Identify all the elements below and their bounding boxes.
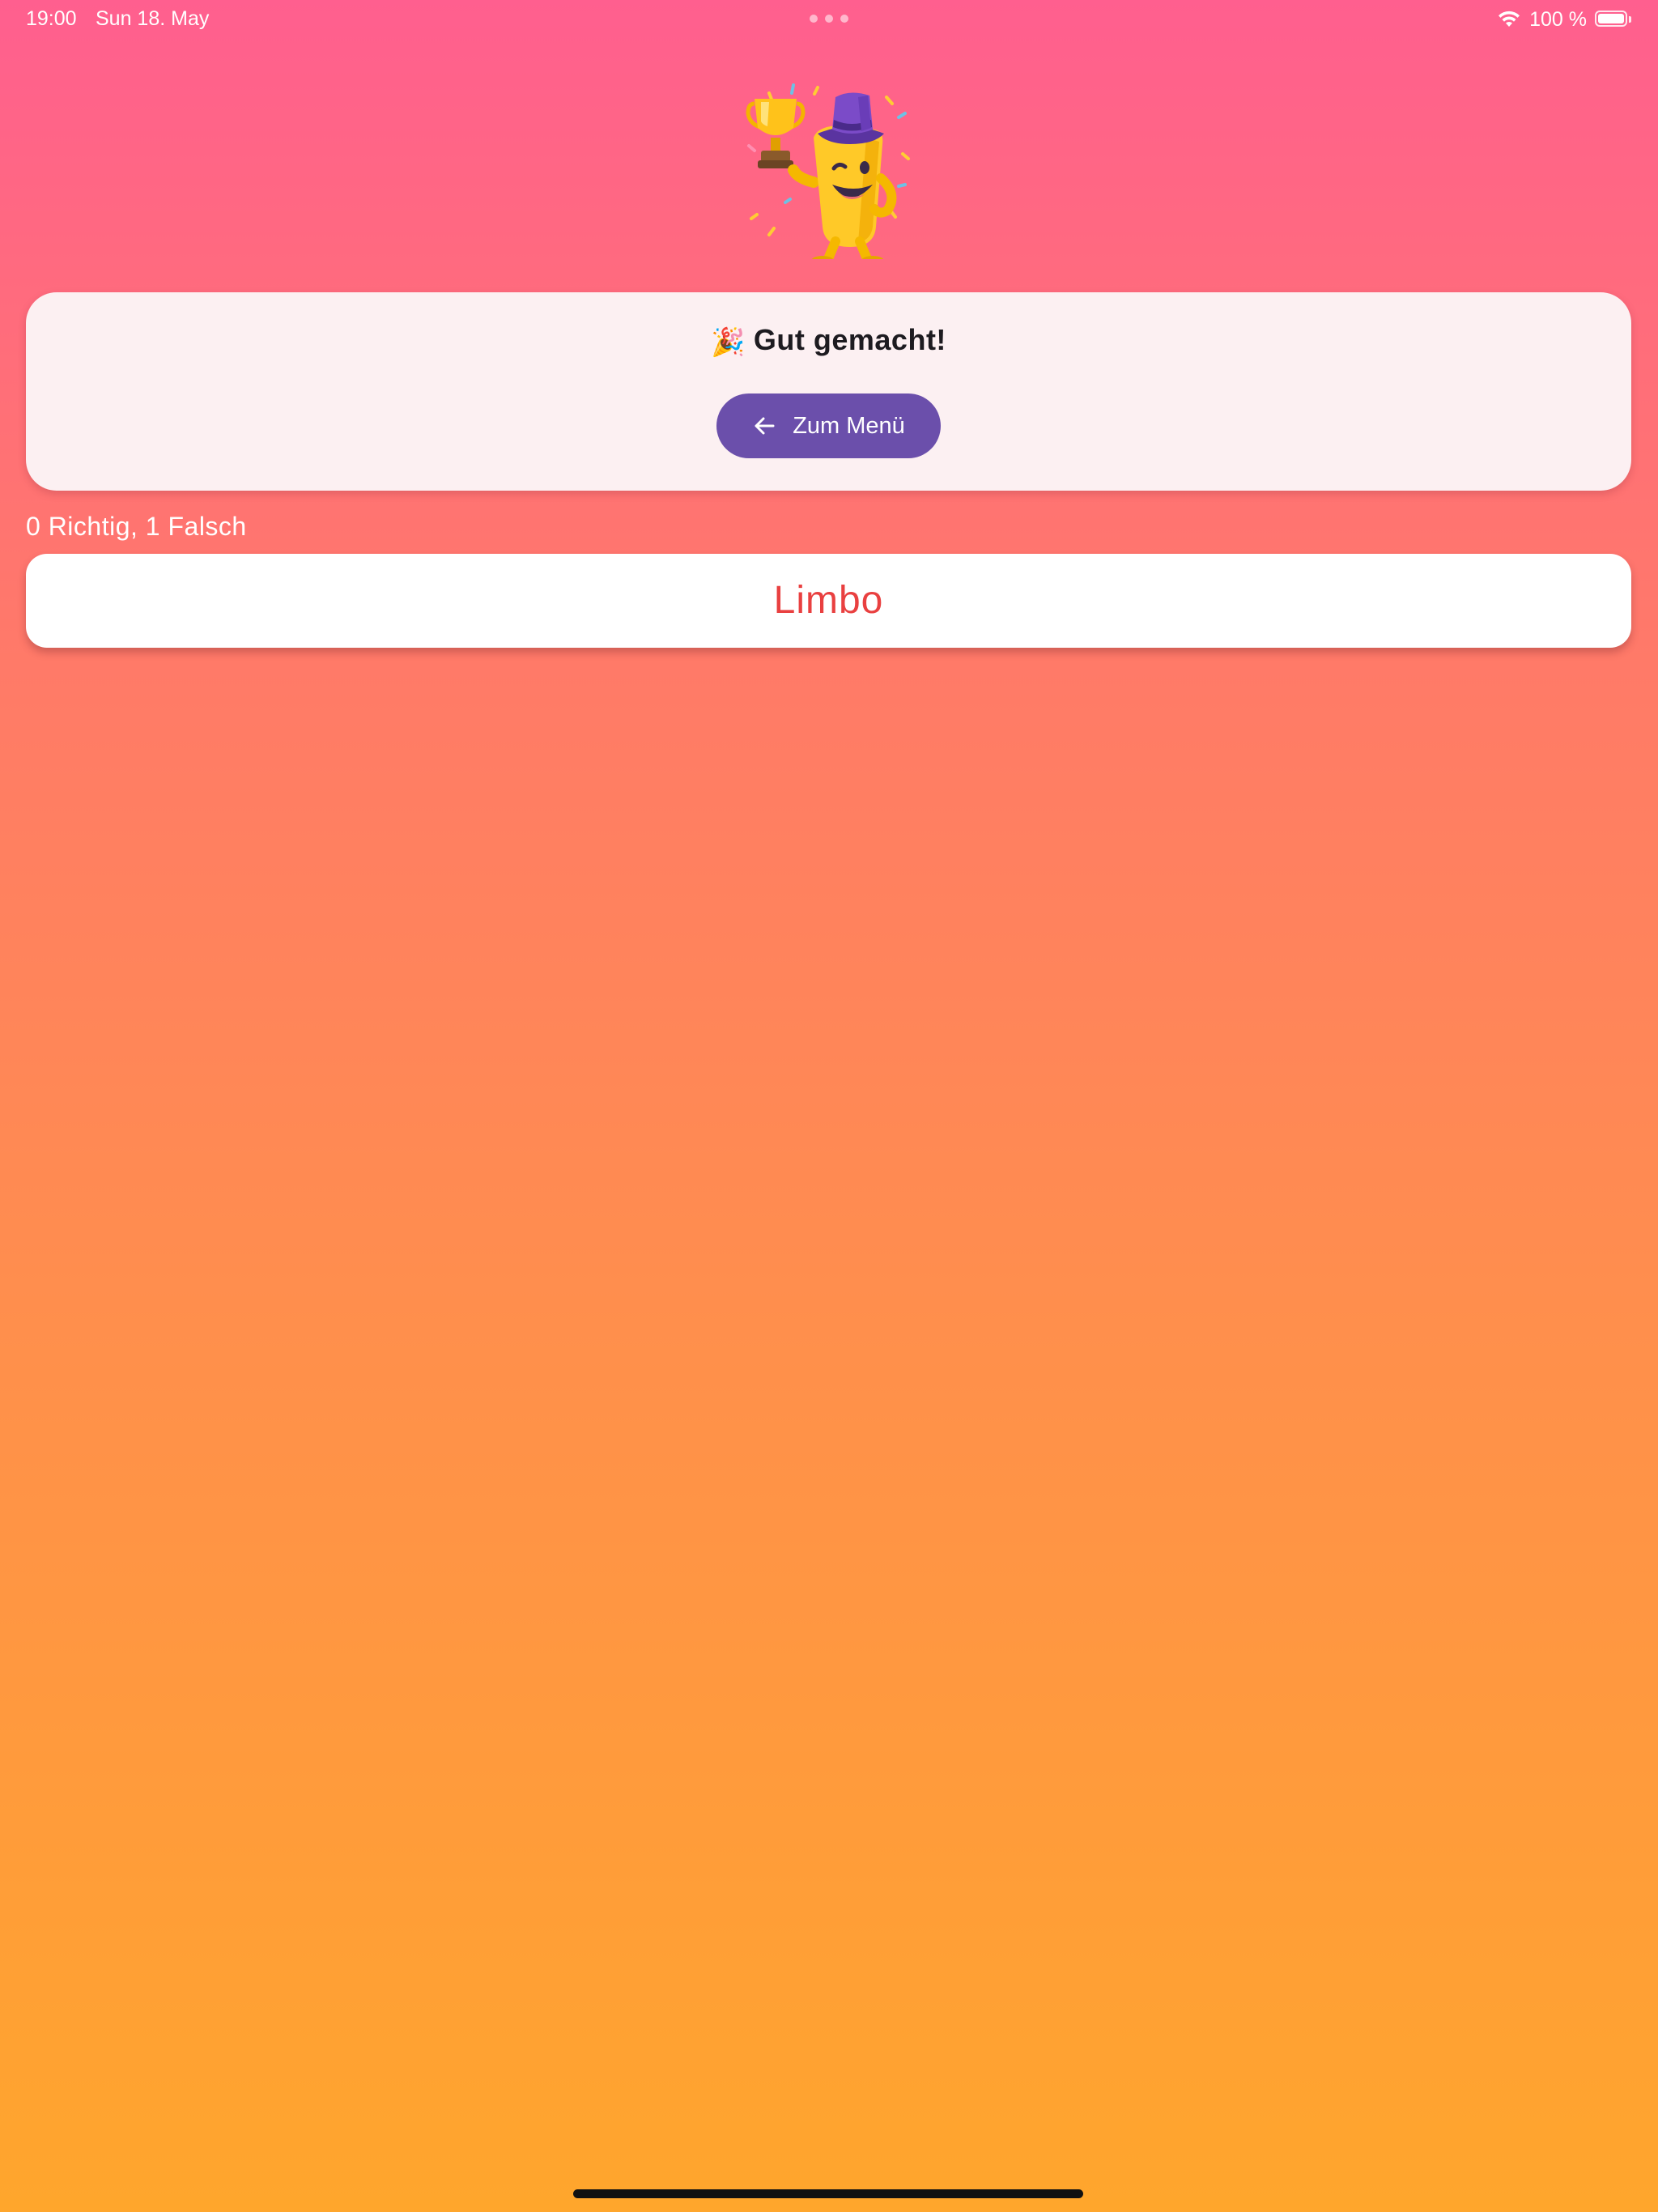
battery-icon <box>1595 11 1632 28</box>
status-bar: 19:00 Sun 18. May 100 % <box>0 0 1658 39</box>
dot <box>840 15 848 23</box>
back-to-menu-button[interactable]: Zum Menü <box>716 393 941 458</box>
score-summary: 0 Richtig, 1 Falsch <box>26 512 247 541</box>
party-popper-icon: 🎉 <box>711 327 746 358</box>
status-date: Sun 18. May <box>96 7 210 30</box>
trophy-mascot-icon <box>746 83 910 259</box>
word-card[interactable]: Limbo <box>26 554 1631 648</box>
status-time: 19:00 <box>26 7 77 30</box>
back-to-menu-label: Zum Menü <box>793 412 905 439</box>
wifi-icon <box>1499 11 1520 27</box>
dot <box>810 15 818 23</box>
multitasking-dots[interactable] <box>810 15 848 23</box>
result-card: 🎉 Gut gemacht! Zum Menü <box>26 292 1631 491</box>
arrow-back-icon <box>755 417 775 435</box>
result-title: 🎉 Gut gemacht! <box>26 323 1631 359</box>
home-indicator[interactable] <box>573 2189 1083 2198</box>
battery-percentage: 100 % <box>1529 7 1587 31</box>
result-title-text: Gut gemacht! <box>753 323 946 356</box>
word-text: Limbo <box>773 579 884 622</box>
dot <box>825 15 833 23</box>
status-indicators: 100 % <box>1497 6 1632 32</box>
